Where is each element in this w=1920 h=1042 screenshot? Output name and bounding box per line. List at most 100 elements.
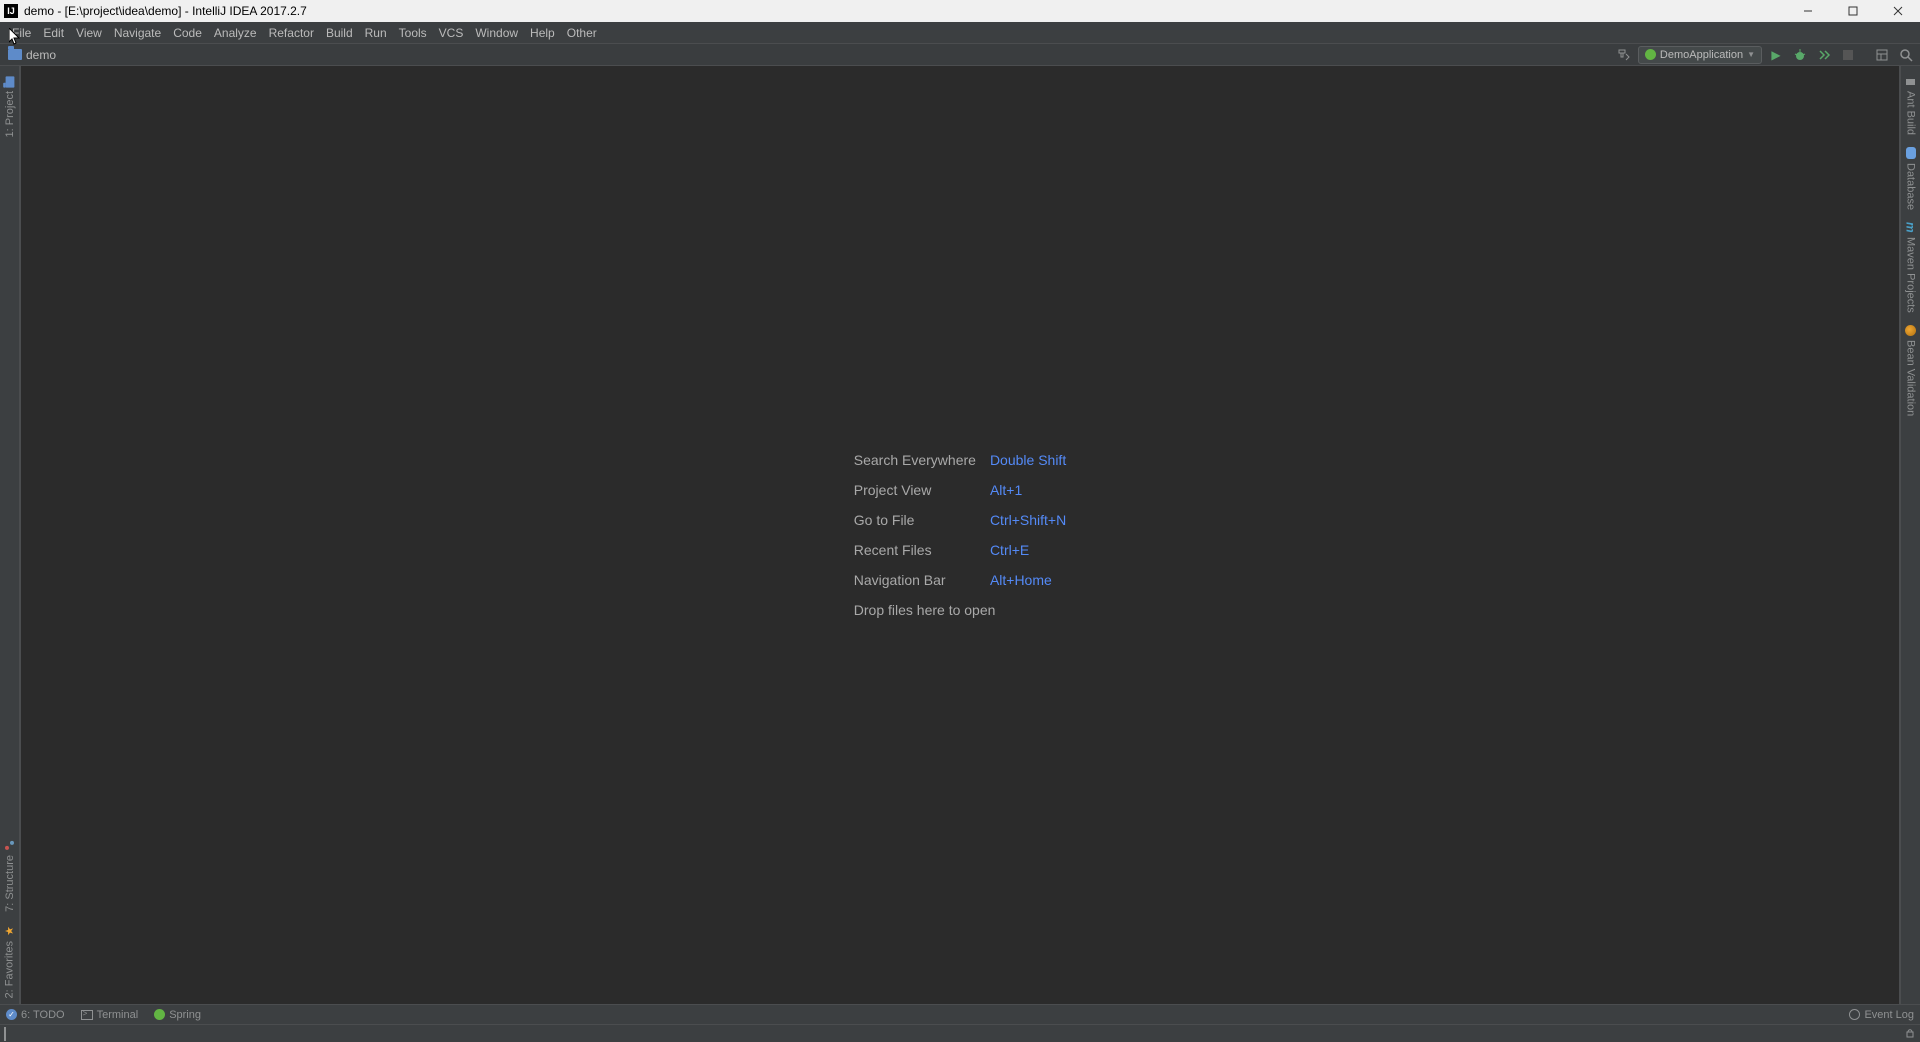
statusbar-left[interactable] xyxy=(4,1028,6,1040)
bottom-toolbar: ✓ 6: TODO Terminal Spring Event Log xyxy=(0,1004,1920,1024)
search-everywhere-button[interactable] xyxy=(1896,45,1916,65)
spring-icon xyxy=(1645,49,1656,60)
run-coverage-button[interactable] xyxy=(1814,45,1834,65)
tool-maven-label: Maven Projects xyxy=(1905,237,1917,313)
right-gutter: Ant Build Database m Maven Projects Bean… xyxy=(1900,66,1920,1004)
tool-terminal-tab[interactable]: Terminal xyxy=(81,1009,139,1021)
spring-icon xyxy=(154,1009,165,1020)
minimize-button[interactable] xyxy=(1785,0,1830,22)
database-icon xyxy=(1906,147,1916,159)
menu-view[interactable]: View xyxy=(70,26,108,40)
tool-project-label: 1: Project xyxy=(4,91,16,137)
project-structure-button[interactable] xyxy=(1872,45,1892,65)
tool-eventlog-tab[interactable]: Event Log xyxy=(1849,1009,1914,1021)
hint-gotofile-label: Go to File xyxy=(854,512,976,528)
run-button[interactable]: ▶ xyxy=(1766,45,1786,65)
hint-gotofile-key: Ctrl+Shift+N xyxy=(990,512,1066,528)
minimize-icon xyxy=(1803,6,1813,16)
window-title: demo - [E:\project\idea\demo] - IntelliJ… xyxy=(24,4,307,18)
editor-hints: Search Everywhere Double Shift Project V… xyxy=(854,452,1066,618)
menu-build[interactable]: Build xyxy=(320,26,359,40)
play-icon: ▶ xyxy=(1771,48,1780,62)
menu-help[interactable]: Help xyxy=(524,26,561,40)
tool-ant-label: Ant Build xyxy=(1905,91,1917,135)
editor-empty-state[interactable]: Search Everywhere Double Shift Project V… xyxy=(20,66,1900,1004)
search-icon xyxy=(1899,48,1913,62)
menu-window[interactable]: Window xyxy=(469,26,524,40)
menu-tools[interactable]: Tools xyxy=(393,26,433,40)
stop-button[interactable] xyxy=(1838,45,1858,65)
tool-terminal-label: Terminal xyxy=(97,1009,139,1021)
menu-navigate[interactable]: Navigate xyxy=(108,26,167,40)
tool-favorites-tab[interactable]: 2: Favorites ★ xyxy=(3,918,16,1004)
lock-icon xyxy=(1904,1026,1916,1038)
hint-search-label: Search Everywhere xyxy=(854,452,976,468)
hint-search-key: Double Shift xyxy=(990,452,1066,468)
hint-project-key: Alt+1 xyxy=(990,482,1066,498)
hint-drop: Drop files here to open xyxy=(854,602,1066,618)
menu-other[interactable]: Other xyxy=(561,26,603,40)
close-icon xyxy=(1893,6,1903,16)
breadcrumb-project: demo xyxy=(26,48,56,62)
tool-spring-tab[interactable]: Spring xyxy=(154,1009,201,1021)
navbar: demo DemoApplication ▼ ▶ xyxy=(0,44,1920,66)
menu-vcs[interactable]: VCS xyxy=(433,26,470,40)
tool-structure-label: 7: Structure xyxy=(4,855,16,912)
tool-project-tab[interactable]: 1: Project xyxy=(3,70,17,143)
menu-code[interactable]: Code xyxy=(167,26,208,40)
event-log-icon xyxy=(1849,1009,1860,1020)
coverage-icon xyxy=(1817,48,1831,62)
stop-icon xyxy=(1843,50,1853,60)
tool-structure-tab[interactable]: 7: Structure xyxy=(4,834,16,918)
main: 1: Project 7: Structure 2: Favorites ★ S… xyxy=(0,66,1920,1004)
debug-button[interactable] xyxy=(1790,45,1810,65)
bug-icon xyxy=(1793,48,1807,62)
tool-database-tab[interactable]: Database xyxy=(1905,141,1917,216)
tool-todo-tab[interactable]: ✓ 6: TODO xyxy=(6,1009,65,1021)
build-button[interactable] xyxy=(1614,45,1634,65)
hint-project-label: Project View xyxy=(854,482,976,498)
tool-favorites-label: 2: Favorites xyxy=(4,941,16,998)
hint-navbar-label: Navigation Bar xyxy=(854,572,976,588)
app-icon: IJ xyxy=(4,4,18,18)
toolbar: DemoApplication ▼ ▶ xyxy=(1614,45,1916,65)
terminal-icon xyxy=(81,1010,93,1020)
left-gutter: 1: Project 7: Structure 2: Favorites ★ xyxy=(0,66,20,1004)
tool-maven-tab[interactable]: m Maven Projects xyxy=(1904,216,1918,318)
hammer-down-icon xyxy=(1617,48,1631,62)
hint-navbar-key: Alt+Home xyxy=(990,572,1066,588)
tool-ant-tab[interactable]: Ant Build xyxy=(1905,70,1917,141)
todo-icon: ✓ xyxy=(6,1009,17,1020)
ant-icon xyxy=(1905,76,1916,87)
hint-recent-key: Ctrl+E xyxy=(990,542,1066,558)
tool-eventlog-label: Event Log xyxy=(1864,1009,1914,1021)
tool-database-label: Database xyxy=(1905,163,1917,210)
statusbar-right[interactable] xyxy=(1904,1026,1916,1041)
menu-refactor[interactable]: Refactor xyxy=(263,26,320,40)
menubar: File Edit View Navigate Code Analyze Ref… xyxy=(0,22,1920,44)
tool-todo-label: 6: TODO xyxy=(21,1009,65,1021)
chevron-down-icon: ▼ xyxy=(1747,50,1755,59)
project-structure-icon xyxy=(1875,48,1889,62)
folder-icon xyxy=(8,49,22,60)
tool-windows-toggle-icon xyxy=(4,1027,6,1041)
bean-validation-icon xyxy=(1905,325,1916,336)
tool-bean-tab[interactable]: Bean Validation xyxy=(1905,319,1917,422)
run-config-selector[interactable]: DemoApplication ▼ xyxy=(1638,46,1762,64)
breadcrumb[interactable]: demo xyxy=(4,48,56,62)
maximize-icon xyxy=(1848,6,1858,16)
run-config-label: DemoApplication xyxy=(1660,49,1743,61)
menu-edit[interactable]: Edit xyxy=(37,26,70,40)
maven-icon: m xyxy=(1904,222,1918,233)
star-icon: ★ xyxy=(3,924,16,937)
menu-file[interactable]: File xyxy=(6,26,37,40)
folder-icon xyxy=(5,76,14,87)
menu-analyze[interactable]: Analyze xyxy=(208,26,263,40)
hint-recent-label: Recent Files xyxy=(854,542,976,558)
close-button[interactable] xyxy=(1875,0,1920,22)
tool-spring-label: Spring xyxy=(169,1009,201,1021)
window-controls xyxy=(1785,0,1920,22)
menu-run[interactable]: Run xyxy=(359,26,393,40)
titlebar: IJ demo - [E:\project\idea\demo] - Intel… xyxy=(0,0,1920,22)
maximize-button[interactable] xyxy=(1830,0,1875,22)
